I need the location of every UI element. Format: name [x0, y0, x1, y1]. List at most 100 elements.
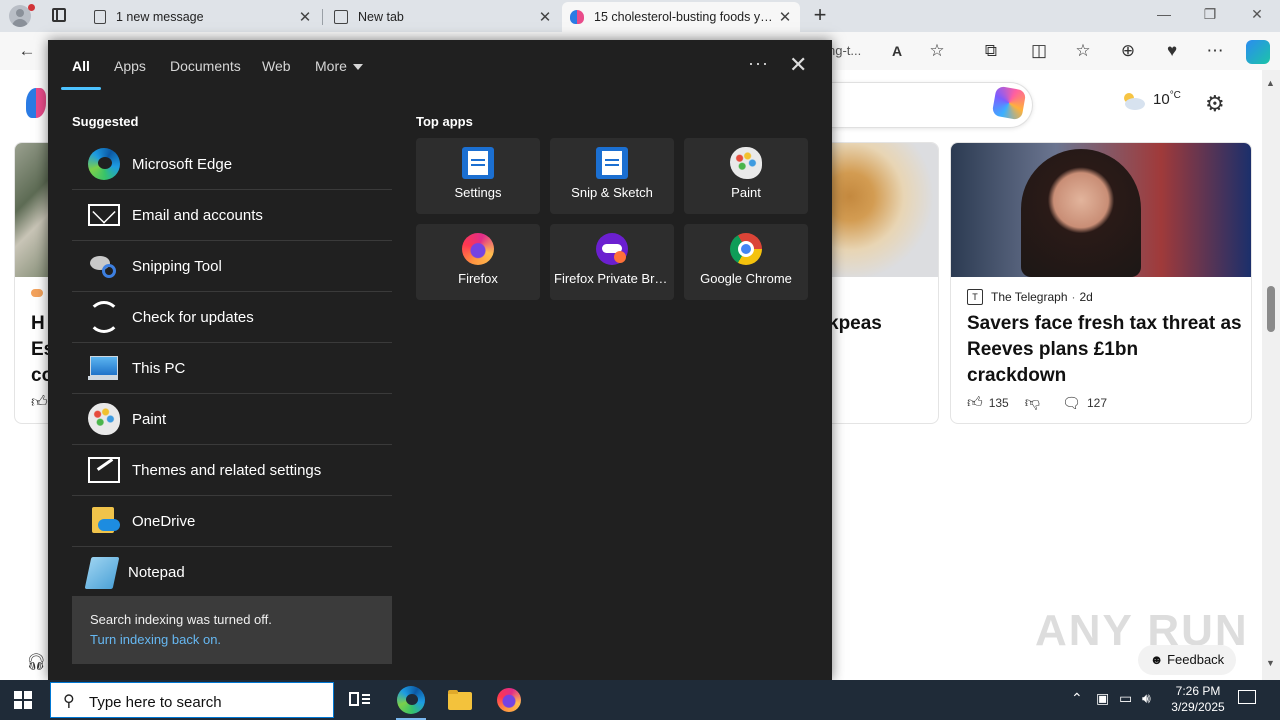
active-tab-indicator — [61, 87, 101, 90]
copilot-sidebar-icon[interactable] — [1246, 40, 1270, 64]
taskbar-search-input[interactable] — [87, 689, 331, 715]
close-tab-icon[interactable]: ✕ — [538, 8, 552, 26]
top-app-label: Firefox Private Browsing — [554, 271, 670, 286]
chevron-up-icon[interactable]: ⌃ — [1071, 690, 1083, 707]
favorites-icon[interactable]: ☆ — [1072, 40, 1094, 62]
suggested-item-onedrive[interactable]: OneDrive — [72, 496, 392, 547]
source-age: 2d — [1079, 290, 1093, 304]
portrait-image — [1021, 149, 1141, 277]
windows-start-icon[interactable] — [14, 691, 32, 709]
scroll-down-icon[interactable]: ▼ — [1266, 658, 1275, 668]
scroll-up-icon[interactable]: ▲ — [1266, 78, 1275, 88]
feedback-icon: ☻ — [1149, 652, 1168, 667]
page-scrollbar[interactable]: ▲ ▼ — [1262, 70, 1280, 680]
thumbs-up-icon[interactable]: 👍︎ — [967, 394, 983, 412]
source-name: The Telegraph — [991, 290, 1068, 304]
comment-icon[interactable]: 🗨︎ — [1062, 394, 1081, 412]
firefox-taskbar-icon[interactable] — [497, 688, 521, 712]
tab-documents[interactable]: Documents — [170, 58, 241, 74]
system-clock[interactable]: 7:26 PM 3/29/2025 — [1160, 683, 1236, 715]
top-app-settings[interactable]: Settings — [416, 138, 540, 214]
file-explorer-icon[interactable] — [446, 686, 474, 714]
top-app-snip-sketch[interactable]: Snip & Sketch — [550, 138, 674, 214]
top-app-label: Paint — [731, 185, 761, 200]
indexing-notice-text: Search indexing was turned off. — [90, 612, 272, 627]
performance-icon[interactable]: ♥ — [1161, 40, 1183, 62]
top-app-label: Settings — [454, 185, 502, 200]
news-card-telegraph[interactable]: T The Telegraph · 2d Savers face fresh t… — [950, 142, 1252, 424]
top-app-label: Snip & Sketch — [571, 185, 653, 200]
device-icon[interactable]: ▣ — [1096, 690, 1109, 707]
back-arrow-icon[interactable]: ← — [16, 40, 38, 62]
read-aloud-icon[interactable]: A — [886, 40, 908, 62]
tab-new-tab[interactable]: New tab ✕ — [326, 2, 560, 32]
close-tab-icon[interactable]: ✕ — [298, 8, 312, 26]
plus-icon[interactable]: + — [810, 4, 830, 28]
headphones-icon[interactable]: 🎧︎ — [26, 652, 46, 672]
scrollbar-thumb[interactable] — [1267, 286, 1275, 332]
suggested-heading: Suggested — [72, 114, 139, 129]
gear-icon[interactable]: ⚙ — [1205, 91, 1225, 117]
top-app-firefox-private[interactable]: Firefox Private Browsing — [550, 224, 674, 300]
thumbs-up-icon[interactable]: 👍︎ — [31, 393, 48, 412]
tab-article[interactable]: 15 cholesterol-busting foods you should … — [562, 2, 800, 32]
snipping-tool-icon — [88, 250, 120, 282]
close-tab-icon[interactable]: ✕ — [778, 8, 792, 26]
tab-all[interactable]: All — [72, 58, 90, 74]
favorite-star-icon[interactable]: ☆ — [926, 40, 948, 62]
search-icon: ⚲ — [63, 693, 75, 710]
top-app-firefox[interactable]: Firefox — [416, 224, 540, 300]
minimize-button[interactable]: — — [1154, 6, 1174, 22]
suggested-item-edge[interactable]: Microsoft Edge — [72, 139, 392, 190]
weather-temp[interactable]: 10°C — [1153, 90, 1181, 108]
suggested-item-email[interactable]: Email and accounts — [72, 190, 392, 241]
suggested-item-label: This PC — [132, 359, 186, 377]
tab-more[interactable]: More — [315, 58, 363, 74]
butterfly-icon — [570, 10, 584, 24]
suggested-item-paint[interactable]: Paint — [72, 394, 392, 445]
thumbs-down-icon[interactable]: 👎︎ — [1025, 394, 1040, 412]
card-headline[interactable]: Savers face fresh tax threat as Reeves p… — [967, 311, 1242, 389]
onedrive-icon — [88, 505, 120, 537]
collections-icon[interactable]: ⊕ — [1117, 40, 1139, 62]
suggested-item-updates[interactable]: Check for updates — [72, 292, 392, 343]
network-icon[interactable]: ▭ — [1119, 690, 1132, 707]
themes-icon — [88, 457, 120, 483]
copilot-icon[interactable] — [991, 85, 1027, 121]
clock-date: 3/29/2025 — [1171, 700, 1225, 714]
split-screen-icon[interactable]: ◫ — [1028, 40, 1050, 62]
tab-actions-icon[interactable] — [52, 8, 66, 22]
restore-button[interactable]: ❐ — [1200, 6, 1220, 23]
volume-icon[interactable]: 🔊︎ — [1142, 690, 1151, 707]
suggested-item-notepad[interactable]: Notepad — [72, 547, 392, 598]
computer-icon — [88, 352, 120, 384]
suggested-item-label: Themes and related settings — [132, 461, 322, 479]
tab-apps[interactable]: Apps — [114, 58, 146, 74]
top-app-label: Google Chrome — [700, 271, 792, 286]
settings-icon — [462, 147, 494, 179]
notification-dot — [28, 4, 35, 11]
tab-web[interactable]: Web — [262, 58, 291, 74]
taskbar-search-box[interactable]: ⚲ — [50, 682, 334, 718]
turn-indexing-on-link[interactable]: Turn indexing back on. — [90, 632, 221, 647]
news-card[interactable]: kpeas — [828, 142, 939, 424]
close-icon[interactable]: ✕ — [789, 52, 807, 78]
tab-separator — [322, 9, 323, 25]
extensions-icon[interactable]: ⧉ — [980, 40, 1002, 62]
task-view-icon[interactable] — [346, 686, 374, 714]
top-app-paint[interactable]: Paint — [684, 138, 808, 214]
more-menu-icon[interactable]: ⋯ — [1204, 40, 1226, 62]
close-window-button[interactable]: ✕ — [1247, 6, 1267, 23]
tab-more-label: More — [315, 58, 347, 74]
more-options-icon[interactable]: ··· — [748, 53, 769, 74]
clock-time: 7:26 PM — [1175, 684, 1221, 698]
notification-center-icon[interactable] — [1238, 690, 1256, 704]
edge-taskbar-icon[interactable] — [397, 686, 425, 714]
card-source: T The Telegraph · 2d — [967, 289, 1093, 305]
feedback-button[interactable]: ☻ Feedback — [1138, 645, 1236, 675]
suggested-item-themes[interactable]: Themes and related settings — [72, 445, 392, 496]
top-app-chrome[interactable]: Google Chrome — [684, 224, 808, 300]
suggested-item-snipping[interactable]: Snipping Tool — [72, 241, 392, 292]
suggested-item-this-pc[interactable]: This PC — [72, 343, 392, 394]
tab-mail[interactable]: 1 new message ✕ — [86, 2, 320, 32]
